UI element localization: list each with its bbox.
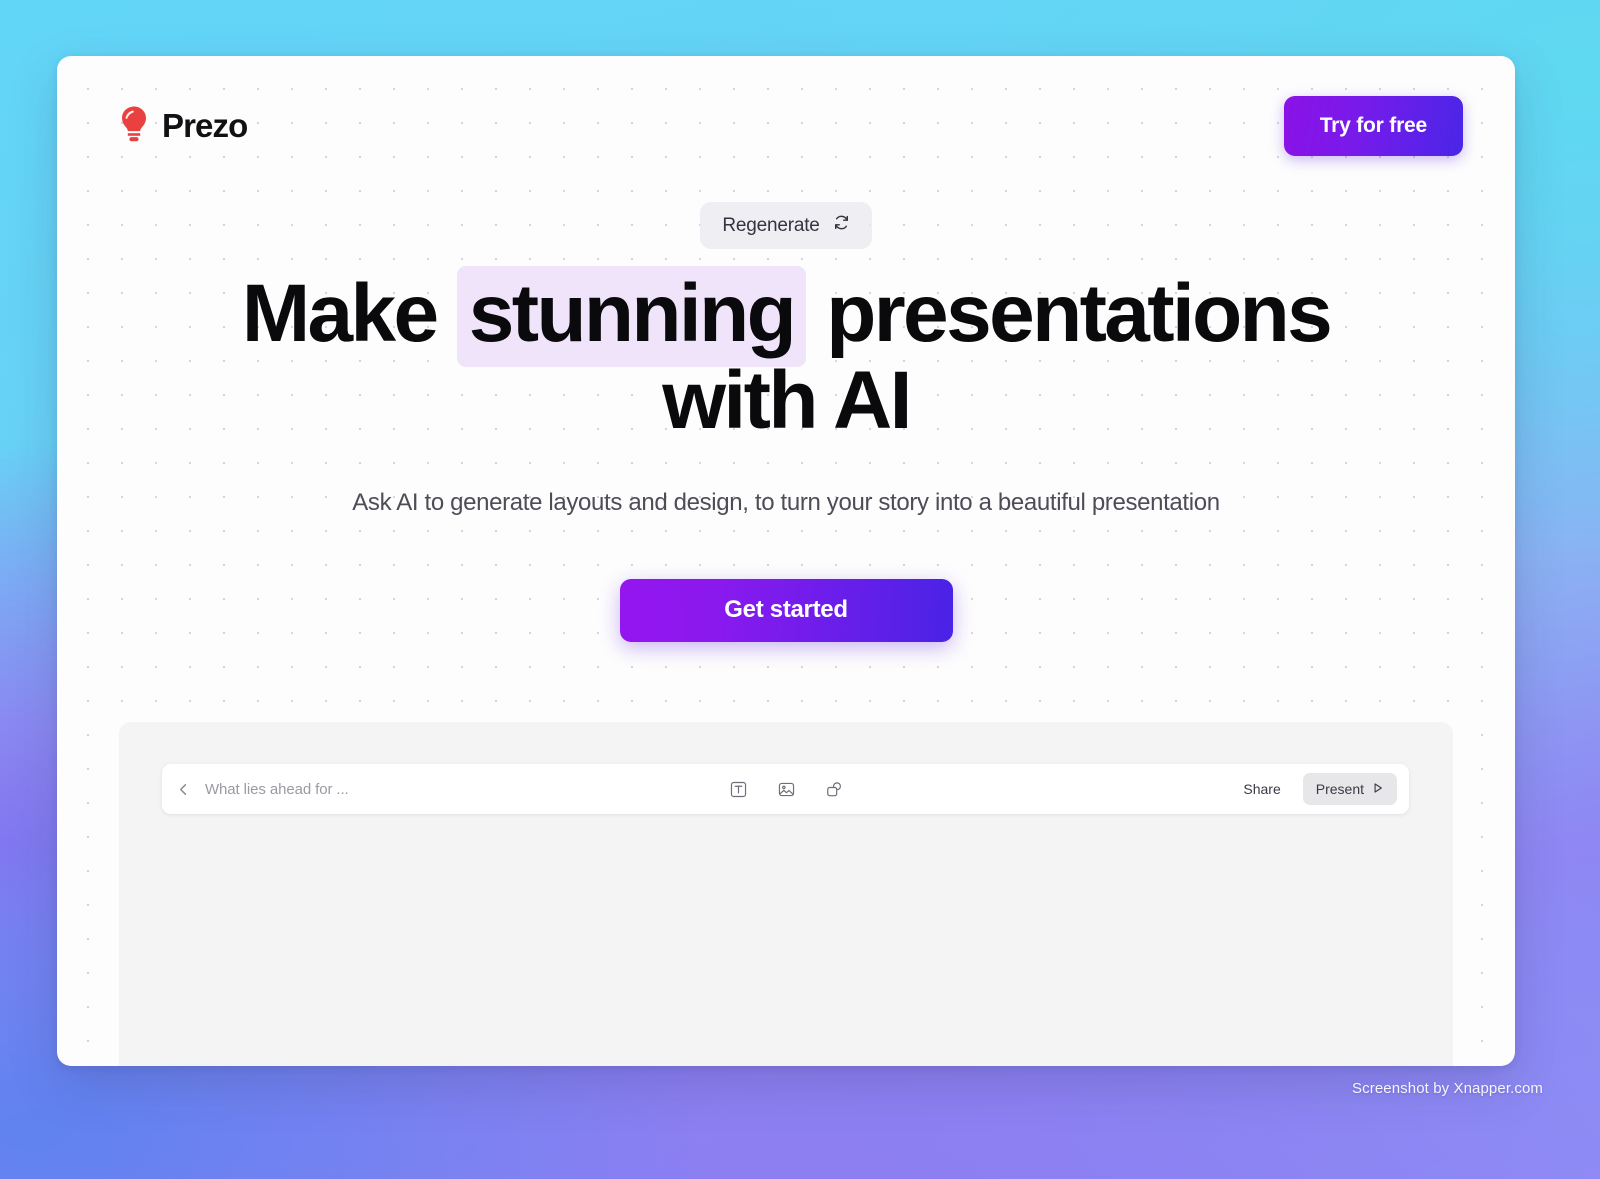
regenerate-label: Regenerate [722,214,820,236]
shapes-tool-icon[interactable] [824,778,846,800]
headline-highlight: stunning [456,266,807,367]
present-button[interactable]: Present [1302,773,1397,805]
headline-part-1: Make [241,268,457,359]
chevron-left-icon[interactable] [176,782,191,797]
app-window-card: Prezo Try for free Regenerate Make stunn… [57,56,1515,1066]
editor-preview-panel: What lies ahead for ... Share Present [119,722,1453,1066]
site-header: Prezo Try for free [57,56,1515,196]
get-started-button[interactable]: Get started [619,578,953,642]
image-tool-icon[interactable] [776,778,798,800]
regenerate-button[interactable]: Regenerate [700,202,872,249]
page-subtitle: Ask AI to generate layouts and design, t… [352,488,1220,516]
hero-section: Regenerate Make stunning presentations w… [57,202,1515,642]
toolbar-left-group: What lies ahead for ... [176,781,728,798]
brand-logo[interactable]: Prezo [119,105,248,148]
lightbulb-icon [119,105,149,148]
try-for-free-button[interactable]: Try for free [1283,96,1463,156]
toolbar-right-group: Share Present [846,773,1397,805]
text-tool-icon[interactable] [728,778,750,800]
present-label: Present [1315,781,1364,797]
toolbar-tool-group [728,778,846,800]
deck-title[interactable]: What lies ahead for ... [205,781,349,798]
page-title: Make stunning presentations with AI [221,266,1351,445]
play-icon [1372,781,1384,797]
editor-toolbar: What lies ahead for ... Share Present [162,764,1409,814]
brand-name: Prezo [162,107,248,144]
screenshot-watermark: Screenshot by Xnapper.com [1352,1080,1543,1097]
share-button[interactable]: Share [1229,773,1294,805]
refresh-icon [833,214,850,237]
